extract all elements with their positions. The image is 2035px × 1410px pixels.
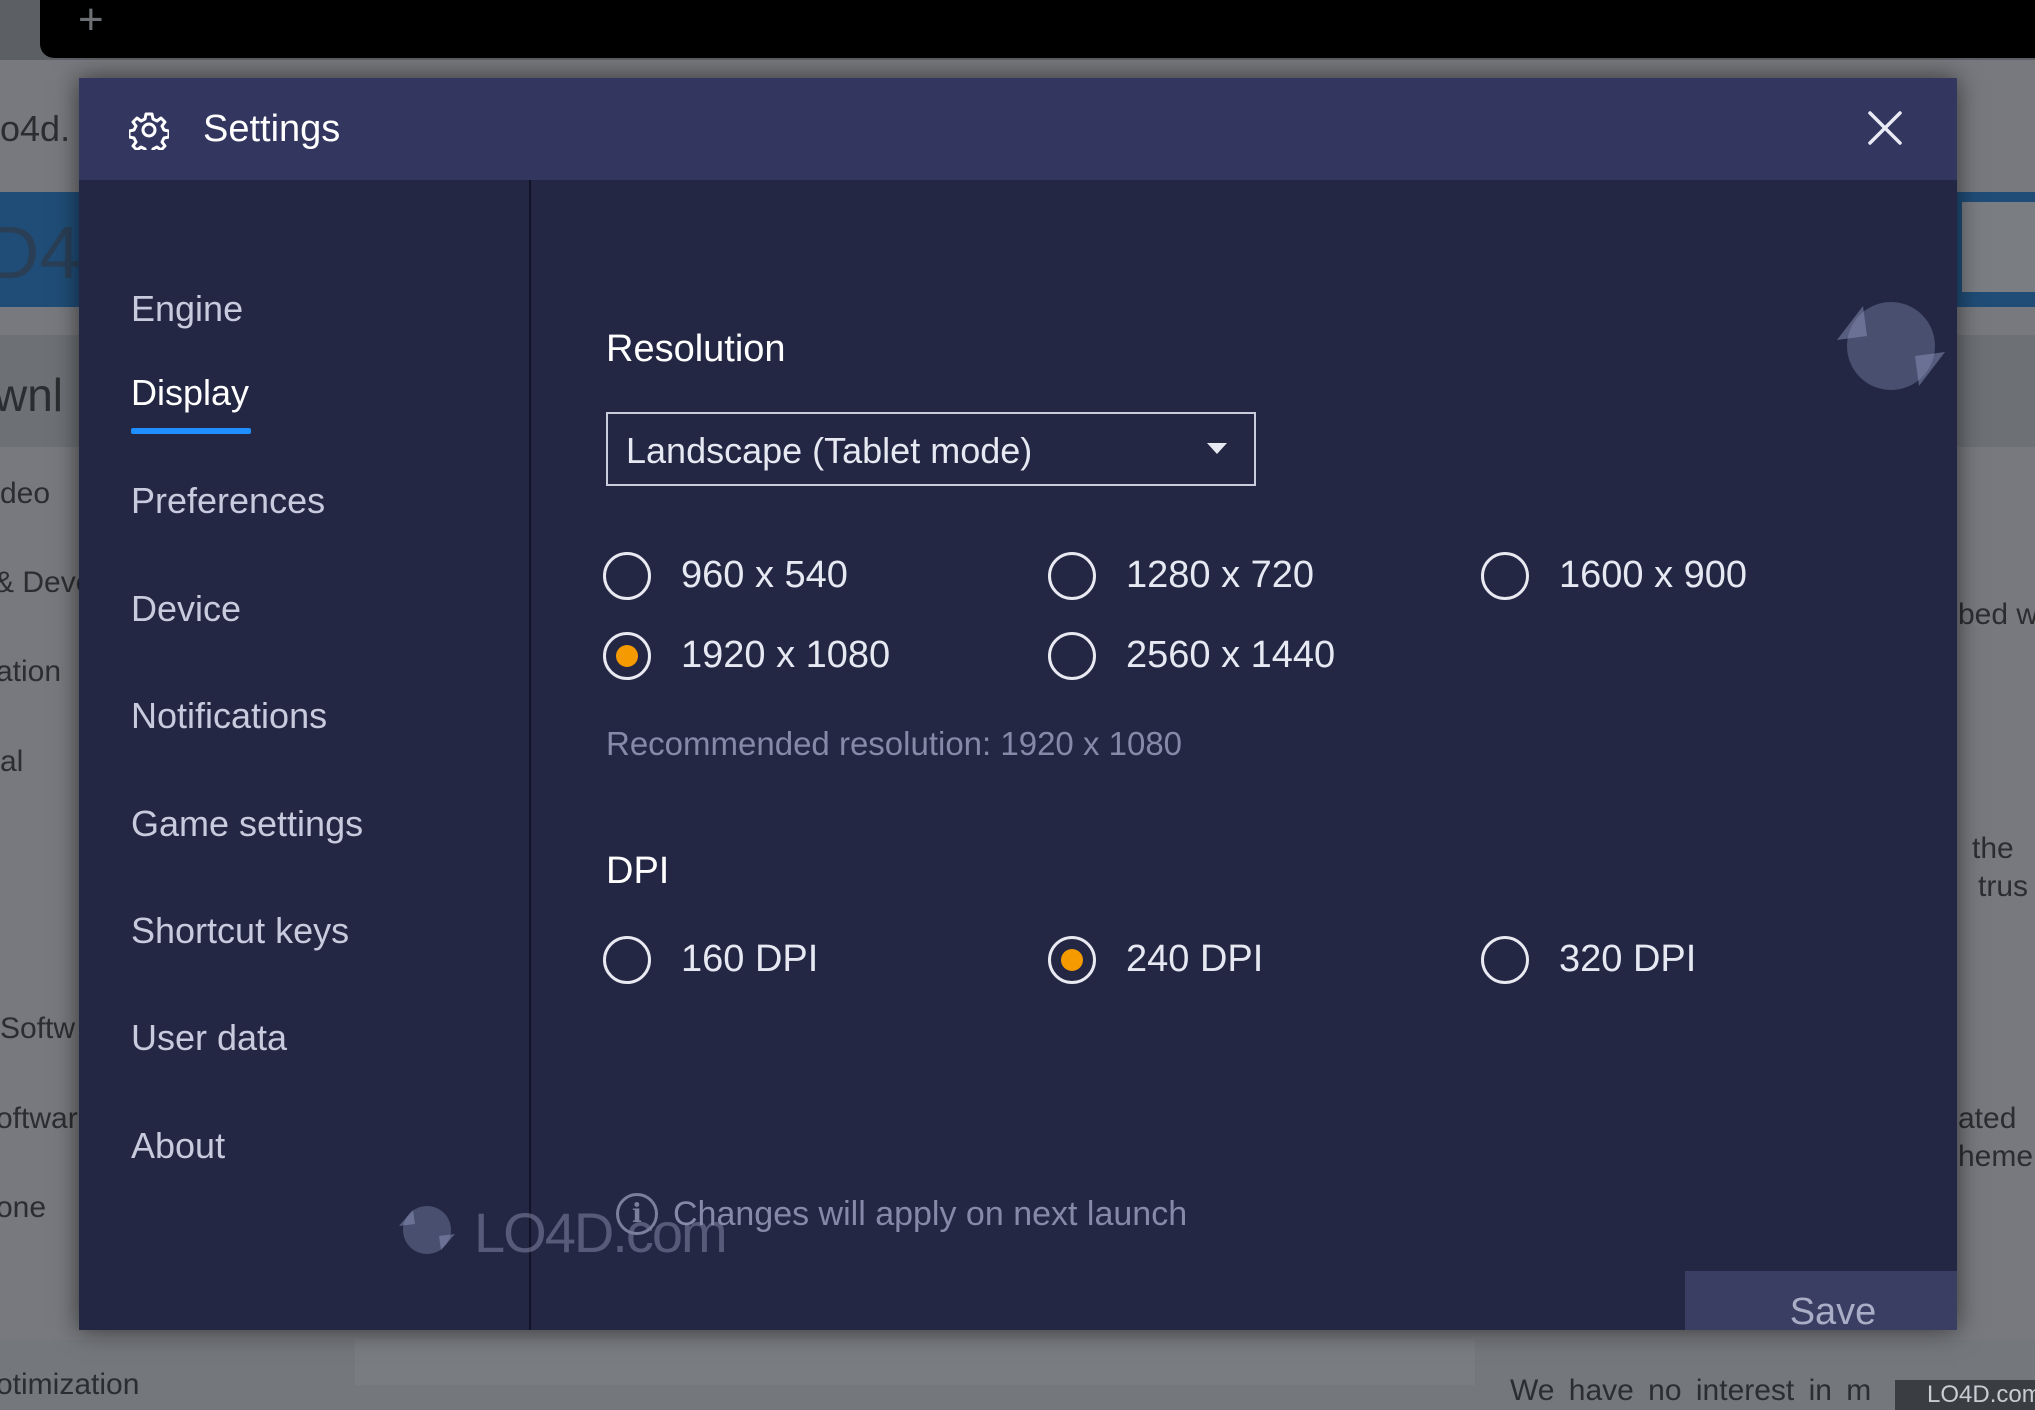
background-text: al [0,745,24,778]
background-text: heme [1958,1140,2034,1173]
close-icon[interactable] [1865,108,1905,148]
settings-dialog: Settings Engine Display Preferences Devi… [79,78,1957,1330]
background-text: trus [1978,870,2029,903]
background-text: the [1972,832,2014,865]
dpi-section-title: DPI [606,850,670,892]
browser-topbar: + [0,0,2035,60]
lo4d-logo-icon [1837,302,1945,390]
radio-selected-dot [616,645,638,667]
display-settings-panel: LO4D.com Resolution Landscape (Tablet mo… [533,180,1957,1330]
active-tab-underline [131,428,251,434]
sidebar-item-about[interactable]: About [131,1125,225,1167]
dropdown-selected-value: Landscape (Tablet mode) [626,430,1033,471]
sidebar-item-preferences[interactable]: Preferences [131,480,325,522]
sidebar-item-shortcut-keys[interactable]: Shortcut keys [131,910,349,952]
sidebar-item-device[interactable]: Device [131,588,241,630]
radio-circle [603,552,651,600]
radio-label: 960 x 540 [681,554,848,596]
radio-circle [1481,936,1529,984]
corner-watermark-text: LO4D.com [1927,1381,2035,1408]
radio-circle [1048,936,1096,984]
lo4d-logo-icon [399,1206,455,1254]
dialog-title: Settings [203,108,341,150]
radio-circle [603,632,651,680]
background-text: otimization [0,1368,140,1401]
save-button[interactable]: Save [1685,1271,1957,1330]
radio-label: 160 DPI [681,938,819,980]
background-text: ation [0,655,62,688]
radio-circle [1048,552,1096,600]
radio-label: 240 DPI [1126,938,1264,980]
radio-label: 1600 x 900 [1559,554,1748,596]
apply-on-launch-note: Changes will apply on next launch [673,1195,1188,1233]
background-text: ated [1958,1102,2017,1135]
background-text: o4d. [0,108,71,149]
browser-tab-strip [40,0,2035,58]
info-icon: i [616,1193,658,1235]
sidebar-item-user-data[interactable]: User data [131,1017,287,1059]
radio-label: 320 DPI [1559,938,1697,980]
radio-label: 1920 x 1080 [681,634,891,676]
radio-label: 2560 x 1440 [1126,634,1336,676]
background-content-column [355,1340,1475,1385]
background-text: deo [0,477,51,510]
resolution-section-title: Resolution [606,328,786,370]
sidebar-item-game-settings[interactable]: Game settings [131,803,363,845]
recommended-resolution-hint: Recommended resolution: 1920 x 1080 [606,725,1183,762]
chevron-down-icon [1207,443,1227,454]
gear-icon [129,112,169,150]
dialog-titlebar: Settings [79,78,1957,180]
background-text: wnl [0,369,64,421]
radio-selected-dot [1061,949,1083,971]
resolution-mode-dropdown[interactable]: Landscape (Tablet mode) [606,412,1256,486]
background-search-box [1962,202,2035,292]
settings-sidebar: Engine Display Preferences Device Notifi… [79,180,728,1330]
radio-label: 1280 x 720 [1126,554,1315,596]
background-logo-banner: D4D [0,192,134,307]
radio-circle [603,936,651,984]
corner-watermark: LO4D.com [1895,1380,2035,1410]
background-text: one [0,1191,47,1224]
sidebar-item-display[interactable]: Display [131,372,249,414]
background-text: oftwar [0,1102,78,1135]
background-text: We have no interest in m [1510,1374,1872,1407]
radio-circle [1481,552,1529,600]
sidebar-item-notifications[interactable]: Notifications [131,695,327,737]
radio-circle [1048,632,1096,680]
sidebar-item-engine[interactable]: Engine [131,288,243,330]
background-text: Softw [0,1012,76,1045]
background-text: bed w [1958,598,2035,631]
new-tab-plus-icon[interactable]: + [78,0,118,42]
